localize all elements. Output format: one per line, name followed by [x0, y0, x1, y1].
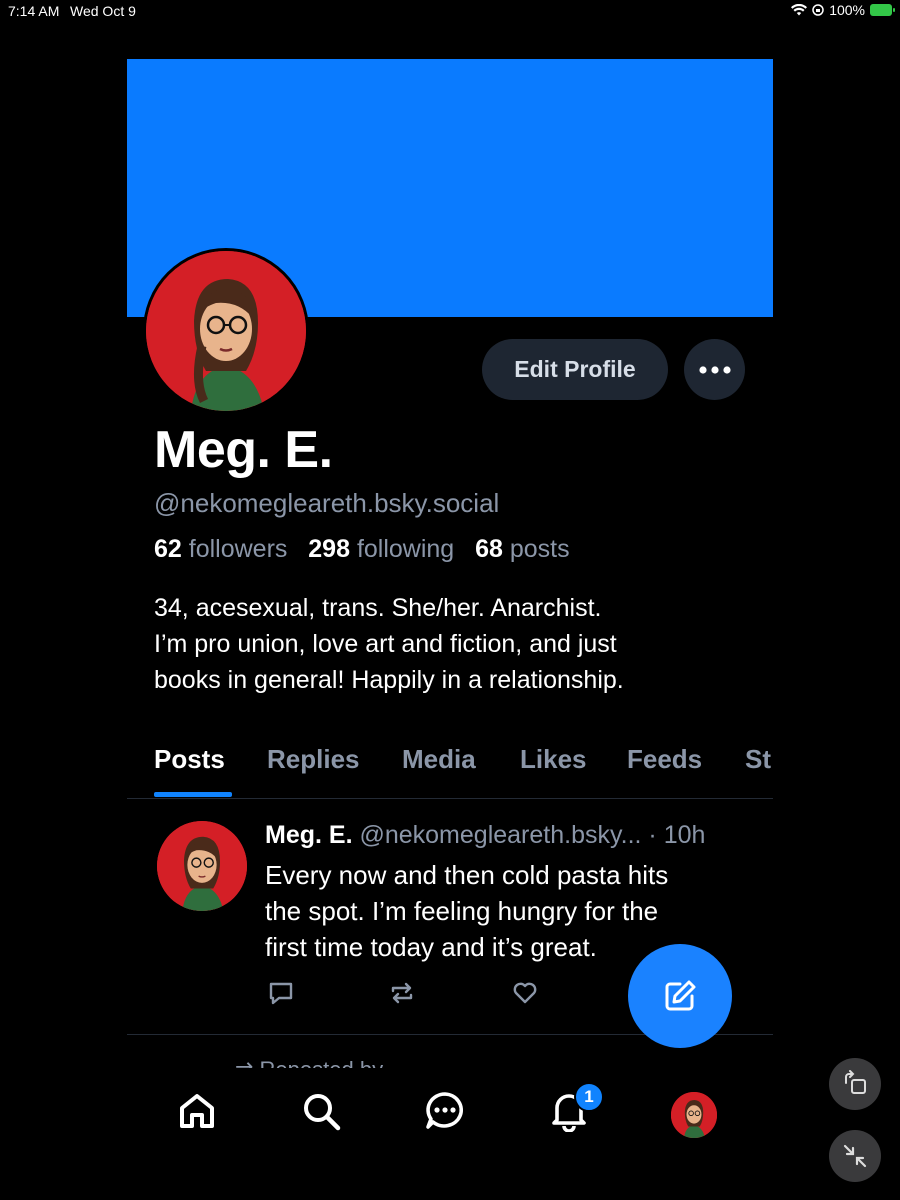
reply-icon[interactable] — [267, 979, 295, 1007]
bio-line: I’m pro union, love art and fiction, and… — [154, 630, 617, 658]
like-icon[interactable] — [511, 979, 539, 1007]
exit-fullscreen-button[interactable] — [829, 1130, 881, 1182]
chat-icon[interactable] — [424, 1090, 466, 1132]
rotate-window-icon — [845, 1070, 866, 1094]
status-indicators: 100% — [791, 2, 895, 18]
posts-count: 68 — [475, 535, 503, 563]
post-timestamp: · 10h — [648, 821, 706, 849]
profile-display-name: Meg. E. — [154, 421, 333, 479]
following-count: 298 — [308, 535, 350, 563]
rotation-lock-icon — [812, 4, 824, 16]
profile-handle: @nekomegleareth.bsky.social — [154, 488, 500, 518]
notification-badge: 1 — [574, 1082, 604, 1112]
battery-percent: 100% — [829, 2, 865, 18]
profile-bio: 34, acesexual, trans. She/her. Anarchist… — [154, 590, 754, 698]
edit-profile-button[interactable]: Edit Profile — [482, 339, 668, 400]
profile-tabs: Posts Replies Media Likes Feeds St — [127, 740, 773, 799]
tab-feeds[interactable]: Feeds — [627, 744, 702, 775]
post-text-line: the spot. I’m feeling hungry for the — [265, 896, 659, 926]
ellipsis-icon — [698, 365, 731, 374]
status-bar: 7:14 AM Wed Oct 9 100% — [0, 0, 900, 22]
tab-starter-packs[interactable]: St — [745, 744, 771, 775]
active-tab-indicator — [154, 792, 232, 797]
tab-media[interactable]: Media — [402, 744, 476, 775]
bottom-navigation: 1 — [127, 1068, 773, 1168]
profile-avatar[interactable] — [143, 248, 309, 414]
followers-count: 62 — [154, 535, 182, 563]
following-label: following — [356, 535, 455, 563]
search-icon[interactable] — [300, 1090, 342, 1132]
tab-replies[interactable]: Replies — [267, 744, 360, 775]
post-header: Meg. E. @nekomegleareth.bsky... · 10h — [265, 821, 705, 850]
avatar-illustration — [671, 1092, 717, 1138]
repost-icon[interactable] — [388, 979, 416, 1007]
post-text-line: Every now and then cold pasta hits — [265, 860, 669, 890]
followers-link[interactable]: 62 followers — [154, 535, 287, 563]
battery-icon — [870, 4, 895, 16]
followers-label: followers — [188, 535, 288, 563]
rotate-window-button[interactable] — [829, 1058, 881, 1110]
post-author-handle[interactable]: @nekomegleareth.bsky... — [359, 821, 641, 849]
post-author-name[interactable]: Meg. E. — [265, 821, 353, 849]
following-link[interactable]: 298 following — [308, 535, 454, 563]
collapse-arrows-icon — [843, 1144, 867, 1168]
bio-line: books in general! Happily in a relations… — [154, 666, 624, 694]
more-options-button[interactable] — [684, 339, 745, 400]
nav-profile-avatar[interactable] — [669, 1090, 719, 1140]
compose-post-button[interactable] — [628, 944, 732, 1048]
status-date: Wed Oct 9 — [70, 3, 136, 19]
posts-label: posts — [509, 535, 570, 563]
wifi-icon — [791, 4, 808, 16]
avatar-illustration — [146, 251, 306, 411]
post-actions — [265, 979, 685, 1009]
profile-stats: 62 followers 298 following 68 posts — [154, 535, 570, 564]
home-icon[interactable] — [176, 1090, 218, 1132]
post-author-avatar[interactable] — [157, 821, 247, 911]
tab-posts[interactable]: Posts — [154, 744, 225, 775]
compose-icon — [665, 980, 696, 1011]
posts-stat: 68 posts — [475, 535, 570, 563]
avatar-illustration — [157, 821, 247, 911]
tab-likes[interactable]: Likes — [520, 744, 587, 775]
status-time: 7:14 AM — [8, 3, 60, 19]
bio-line: 34, acesexual, trans. She/her. Anarchist… — [154, 594, 602, 622]
